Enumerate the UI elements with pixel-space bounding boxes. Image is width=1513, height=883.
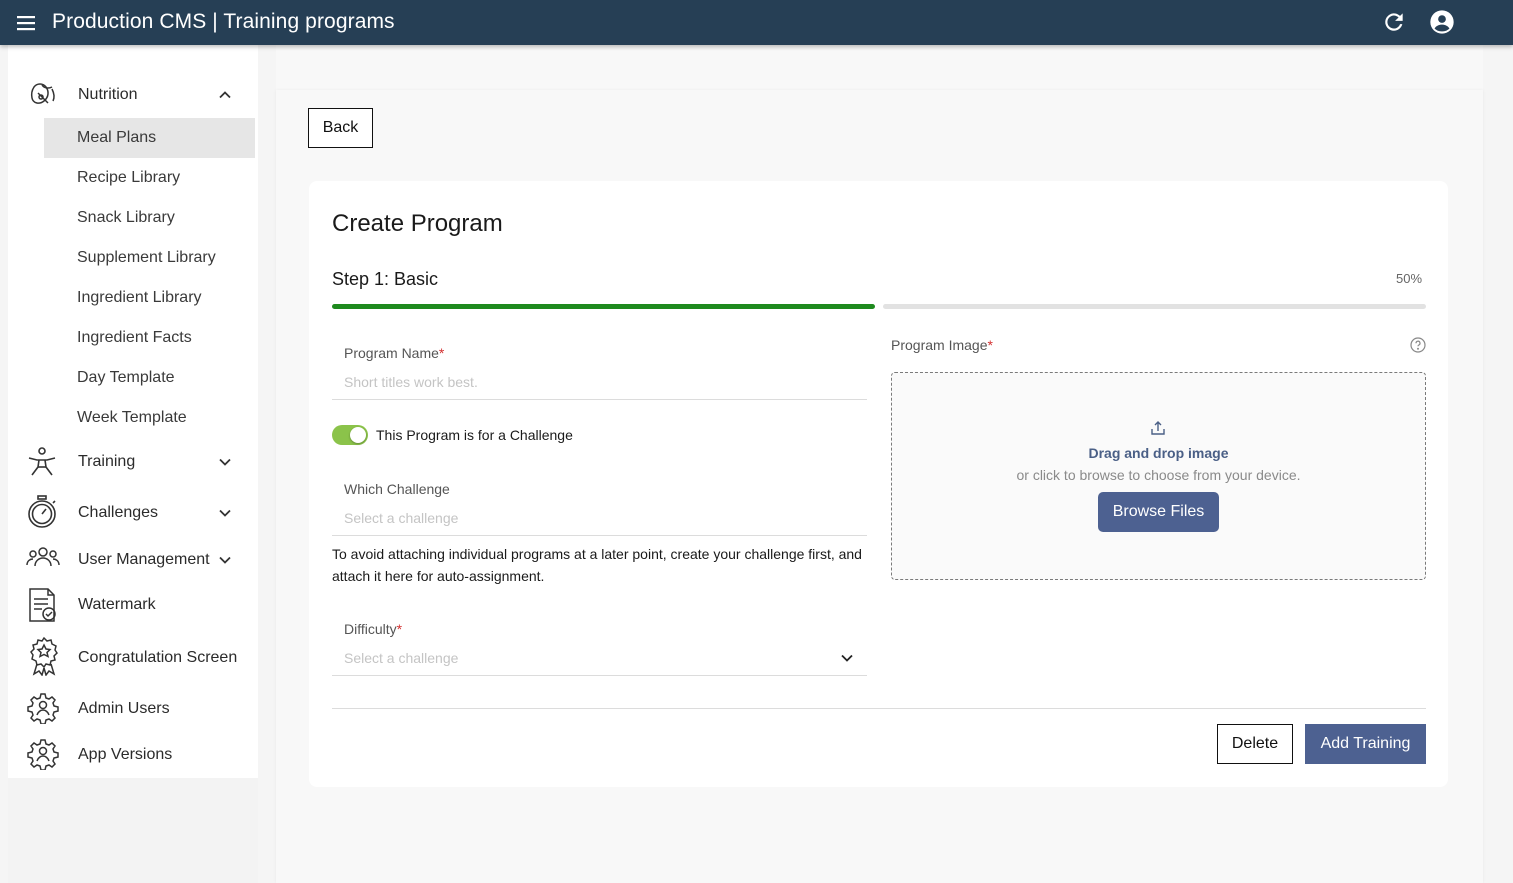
program-image-label: Program Image* <box>891 337 993 353</box>
difficulty-select[interactable] <box>344 648 824 668</box>
training-icon <box>26 446 58 478</box>
sidebar-item-watermark[interactable]: Watermark <box>20 585 250 625</box>
step-title: Step 1: Basic <box>332 269 439 289</box>
sidebar-item-user-management[interactable]: User Management <box>20 540 250 580</box>
challenge-toggle-label: This Program is for a Challenge <box>376 427 573 443</box>
sidebar-subitem-supplement-library[interactable]: Supplement Library <box>44 238 255 278</box>
sidebar-subitem-recipe-library[interactable]: Recipe Library <box>44 158 255 198</box>
sidebar-item-nutrition[interactable]: Nutrition <box>20 75 250 115</box>
back-button[interactable]: Back <box>308 108 373 148</box>
page-title: Create Program <box>332 210 503 237</box>
award-icon <box>28 636 60 676</box>
sidebar-item-congratulation-screen[interactable]: Congratulation Screen <box>20 636 250 678</box>
difficulty-label: Difficulty* <box>344 621 403 637</box>
progress-bar-remaining <box>883 304 1426 309</box>
nutrition-icon <box>28 79 60 111</box>
chevron-down-icon[interactable] <box>218 553 232 567</box>
sidebar-item-challenges[interactable]: Challenges <box>20 493 250 533</box>
sidebar-item-label: Congratulation Screen <box>78 649 238 666</box>
challenge-toggle[interactable] <box>332 425 368 445</box>
sidebar-item-admin-users[interactable]: Admin Users <box>20 689 250 729</box>
sidebar-item-label: Admin Users <box>78 700 170 717</box>
chevron-down-icon[interactable] <box>218 506 232 520</box>
sidebar-subitem-ingredient-library[interactable]: Ingredient Library <box>44 278 255 318</box>
sidebar-subitem-ingredient-facts[interactable]: Ingredient Facts <box>44 318 255 358</box>
sidebar-subitem-week-template[interactable]: Week Template <box>44 398 255 438</box>
sidebar-item-app-versions[interactable]: App Versions <box>20 735 250 775</box>
gear-user-icon <box>27 738 59 770</box>
progress-bar-filled <box>332 304 875 309</box>
which-challenge-underline <box>332 535 867 536</box>
sidebar-item-label: Watermark <box>78 596 156 613</box>
refresh-icon[interactable] <box>1381 9 1407 35</box>
help-circle-icon[interactable] <box>1410 337 1426 353</box>
sidebar-subitem-meal-plans[interactable]: Meal Plans <box>44 118 255 158</box>
toggle-knob <box>350 427 366 443</box>
challenge-help-text: To avoid attaching individual programs a… <box>332 546 862 584</box>
program-name-label: Program Name* <box>344 345 445 361</box>
which-challenge-select[interactable] <box>344 508 864 528</box>
sidebar-item-training[interactable]: Training <box>20 442 250 482</box>
chevron-down-icon[interactable] <box>840 651 854 665</box>
sidebar-subitem-snack-library[interactable]: Snack Library <box>44 198 255 238</box>
progress-percent: 50% <box>1396 271 1423 286</box>
dropzone-subtitle: or click to browse to choose from your d… <box>1016 467 1301 483</box>
hamburger-icon[interactable] <box>14 12 38 34</box>
sidebar-item-label: User Management <box>78 551 210 568</box>
sidebar-item-label: Training <box>78 453 136 470</box>
program-name-input[interactable] <box>344 372 864 392</box>
sidebar-item-label: Challenges <box>78 504 159 521</box>
chevron-up-icon[interactable] <box>218 88 232 102</box>
app-title: Production CMS | Training programs <box>52 10 395 33</box>
sidebar-subitem-day-template[interactable]: Day Template <box>44 358 255 398</box>
account-circle-icon[interactable] <box>1428 8 1456 36</box>
browse-files-button[interactable]: Browse Files <box>1098 492 1219 532</box>
users-icon <box>26 546 60 578</box>
gear-user-icon <box>27 692 59 724</box>
sidebar-item-label: App Versions <box>78 746 173 763</box>
delete-button[interactable]: Delete <box>1217 724 1293 764</box>
top-app-bar: Production CMS | Training programs <box>0 0 1513 45</box>
dropzone-title: Drag and drop image <box>1088 445 1229 461</box>
add-training-button[interactable]: Add Training <box>1305 724 1426 764</box>
chevron-down-icon[interactable] <box>218 455 232 469</box>
upload-icon <box>1151 420 1165 436</box>
stopwatch-icon <box>26 495 58 528</box>
form-divider <box>332 708 1426 709</box>
program-name-underline <box>332 399 867 400</box>
which-challenge-label: Which Challenge <box>344 481 450 497</box>
sidebar-item-label: Nutrition <box>78 86 138 103</box>
document-check-icon <box>28 587 60 622</box>
difficulty-underline <box>332 675 867 676</box>
